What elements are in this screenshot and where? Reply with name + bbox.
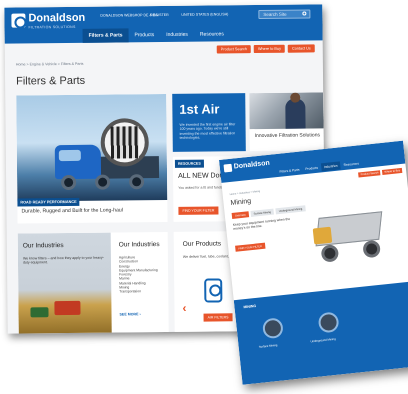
technician-figure <box>285 98 306 129</box>
technician-head <box>290 92 301 103</box>
contact-us-button[interactable]: Contact Us <box>287 44 315 53</box>
brand-tagline: FILTRATION SOLUTIONS <box>28 24 76 30</box>
surface-mining-link[interactable]: Surface Mining <box>259 343 278 349</box>
hero-badge: ROAD READY PERFORMANCE <box>17 197 80 207</box>
resources-badge: RESOURCES <box>174 159 204 168</box>
sub-brand-name[interactable]: Donaldson <box>233 160 270 171</box>
band-label: MINING <box>243 303 257 310</box>
combine-harvester-graphic <box>54 300 81 316</box>
search-input[interactable]: Search Site <box>258 9 311 20</box>
truck-wheel <box>362 239 381 259</box>
air-filter-icon <box>204 278 223 303</box>
region-selector[interactable]: UNITED STATES (ENGLISH) <box>181 12 228 16</box>
site-header: Donaldson FILTRATION SOLUTIONS DONALDSON… <box>4 4 323 44</box>
sub-nav-industries[interactable]: Industries <box>320 161 342 172</box>
sub-nav: Filters & Parts Products Industries Reso… <box>276 159 362 176</box>
nav-filters-parts[interactable]: Filters & Parts <box>82 28 129 43</box>
tractor-graphic <box>30 307 49 318</box>
hero-card[interactable]: ROAD READY PERFORMANCE Durable, Rugged a… <box>16 93 168 224</box>
industries-list: Agriculture Construction Energy Equipmen… <box>119 255 158 294</box>
search-icon[interactable] <box>302 11 307 16</box>
mining-truck-image <box>307 202 399 273</box>
air-filters-button[interactable]: AIR FILTERS <box>203 313 233 322</box>
truck-cab <box>312 226 333 245</box>
underground-mining-link[interactable]: Underground Mining <box>310 337 336 344</box>
chevron-left-icon[interactable]: ‹ <box>182 301 186 315</box>
action-buttons: Product Search Where to Buy Contact Us <box>216 44 315 54</box>
first-air-text: We invented the first engine air filter … <box>179 122 236 140</box>
truck-wheel <box>95 174 111 190</box>
register-link[interactable]: REGISTER <box>150 13 168 17</box>
breadcrumb[interactable]: Home > Engine & Vehicle > Filters & Part… <box>16 62 84 67</box>
truck-cab <box>54 144 102 180</box>
industry-item[interactable]: Transportation <box>119 289 158 294</box>
sub-action-buttons: Product Search Where to Buy <box>358 167 403 178</box>
product-search-button[interactable]: Product Search <box>216 45 251 54</box>
industries-right-title: Our Industries <box>118 241 160 249</box>
mining-page-screenshot: Donaldson Filters & Parts Products Indus… <box>219 140 408 385</box>
truck-hero-image <box>16 93 168 202</box>
innovation-card[interactable]: Innovative Filtration Solutions <box>249 92 324 152</box>
main-nav: Filters & Parts Products Industries Reso… <box>82 27 230 43</box>
truck-wheel <box>320 244 340 263</box>
sub-intro-text: Keep your equipment running when the mon… <box>232 216 291 231</box>
surface-mining-thumbnail[interactable] <box>261 317 284 340</box>
see-more-link[interactable]: SEE MORE › <box>120 312 141 316</box>
page-title: Filters & Parts <box>16 74 86 88</box>
tab-overview[interactable]: Overview <box>231 211 249 219</box>
hero-caption[interactable]: Durable, Rugged and Built for the Long-h… <box>21 207 123 214</box>
first-air-title: 1st Air <box>179 101 220 117</box>
nav-products[interactable]: Products <box>128 28 160 42</box>
sub-nav-resources[interactable]: Resources <box>340 159 362 169</box>
industries-left-text: We know filters – and how they apply to … <box>22 255 104 265</box>
first-air-card[interactable]: 1st Air We invented the first engine air… <box>172 93 246 152</box>
innovation-caption: Innovative Filtration Solutions <box>254 132 321 140</box>
search-placeholder: Search Site <box>263 11 287 17</box>
webshop-link[interactable]: DONALDSON WEBSHOP DE & BA <box>100 13 157 18</box>
tab-underground-mining[interactable]: Underground Mining <box>275 205 306 215</box>
air-filter-graphic <box>100 118 149 167</box>
where-to-buy-button[interactable]: Where to Buy <box>253 44 286 54</box>
industries-list-panel: Our Industries Agriculture Construction … <box>115 232 169 334</box>
donaldson-logo-icon[interactable] <box>223 163 233 173</box>
products-title: Our Products <box>182 240 222 248</box>
truck-wheel <box>61 174 77 191</box>
lab-technician-image <box>249 92 324 130</box>
sub-tabs: Overview Surface Mining Underground Mini… <box>231 205 306 219</box>
brand-name[interactable]: Donaldson <box>28 12 85 25</box>
sub-breadcrumb[interactable]: Home > Industries > Mining <box>230 190 261 196</box>
tab-surface-mining[interactable]: Surface Mining <box>250 208 275 217</box>
donaldson-logo-icon[interactable] <box>11 13 26 28</box>
underground-mining-thumbnail[interactable] <box>317 311 340 334</box>
sub-find-filter-button[interactable]: FIND YOUR FILTER <box>235 242 266 252</box>
industries-card: Our Industries We know filters – and how… <box>17 231 169 334</box>
industries-left-title: Our Industries <box>22 242 64 250</box>
find-filter-button[interactable]: FIND YOUR FILTER <box>178 206 219 215</box>
sub-nav-products[interactable]: Products <box>302 163 321 173</box>
sub-page-title: Mining <box>230 197 252 208</box>
sub-product-search-button[interactable]: Product Search <box>358 170 381 178</box>
sub-where-to-buy-button[interactable]: Where to Buy <box>382 167 403 175</box>
nav-resources[interactable]: Resources <box>194 27 230 41</box>
truck-wheel <box>129 174 145 190</box>
mining-category-band: MINING Surface Mining Underground Mining <box>233 280 408 385</box>
industries-image-panel: Our Industries We know filters – and how… <box>17 232 112 334</box>
nav-industries[interactable]: Industries <box>160 28 194 42</box>
sub-nav-filters-parts[interactable]: Filters & Parts <box>276 165 303 176</box>
